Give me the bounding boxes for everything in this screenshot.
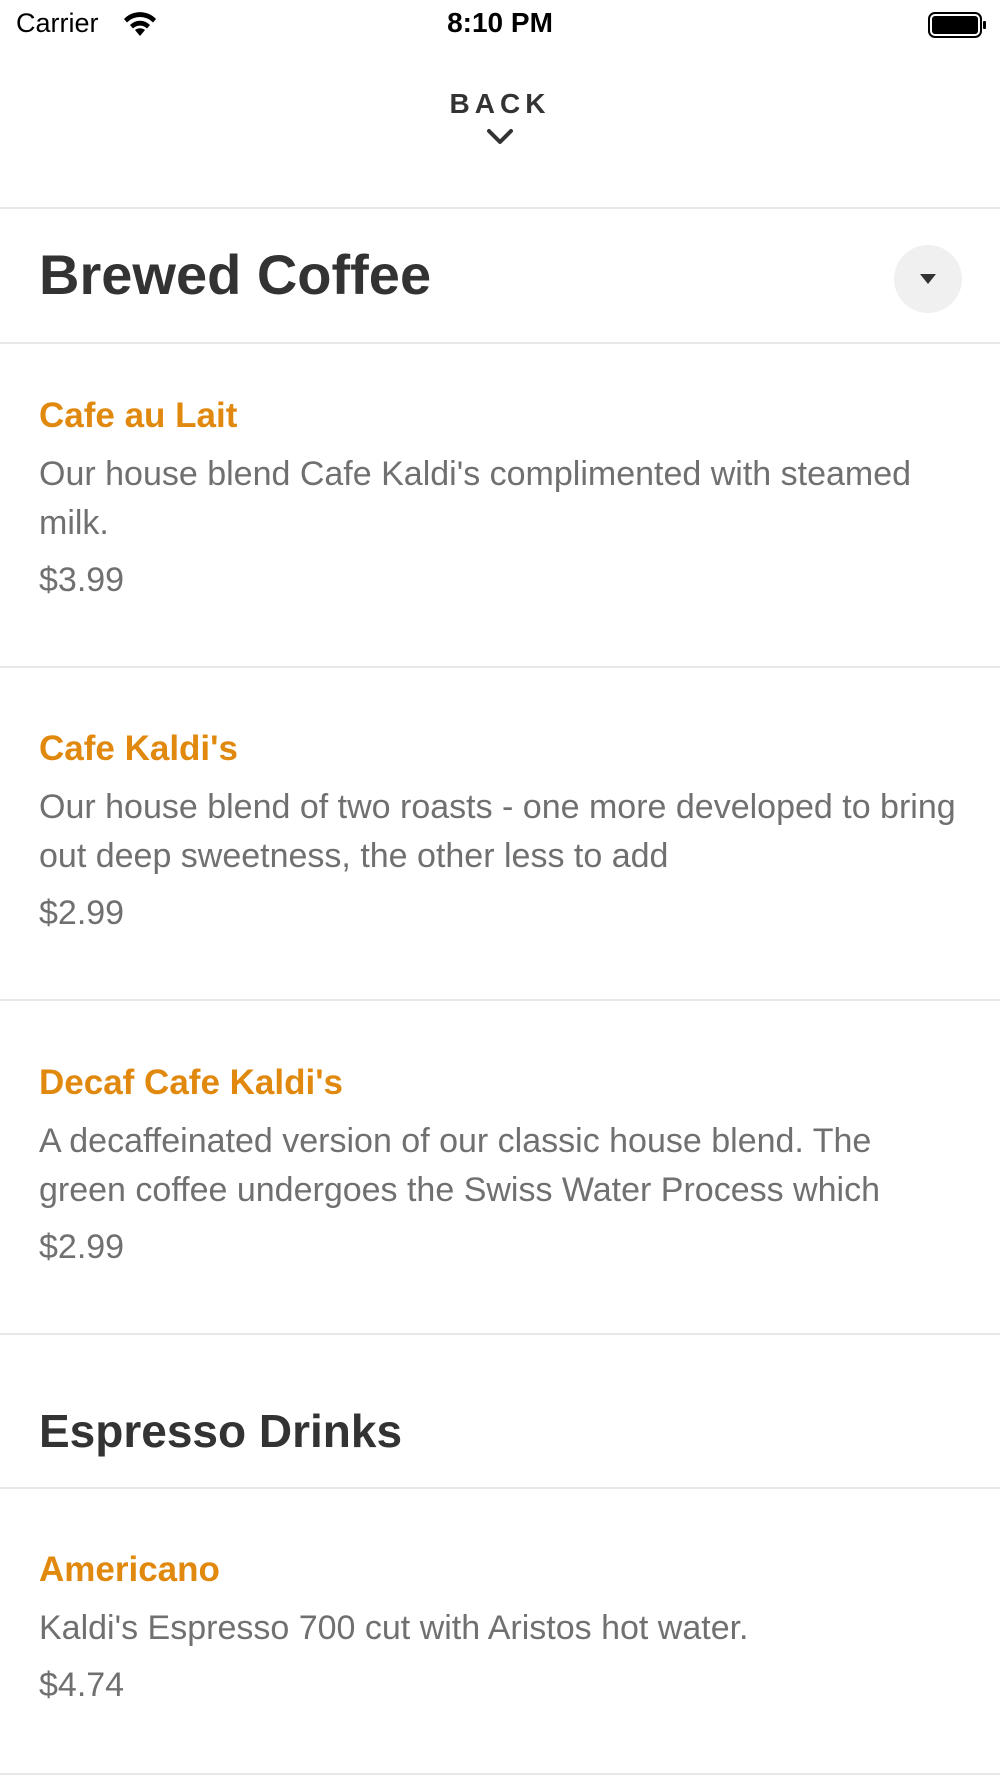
back-button[interactable]: BACK (0, 88, 1000, 148)
item-name: Americano (39, 1550, 220, 1589)
item-description: Our house blend of two roasts - one more… (39, 788, 956, 875)
clock: 8:10 PM (447, 7, 553, 38)
item-price: $2.99 (39, 894, 125, 932)
collapse-section-button[interactable] (894, 245, 962, 313)
item-name: Cafe au Lait (39, 396, 238, 435)
back-label: BACK (449, 88, 551, 119)
battery-icon (928, 12, 986, 38)
item-price: $4.74 (39, 1666, 125, 1704)
divider (0, 1333, 1000, 1335)
item-price: $2.99 (39, 1228, 125, 1266)
divider (0, 1773, 1000, 1775)
section-title-brewed-coffee: Brewed Coffee (39, 243, 432, 306)
menu-item[interactable]: Cafe au Lait Our house blend Cafe Kaldi'… (39, 394, 959, 602)
divider (0, 342, 1000, 344)
item-name: Cafe Kaldi's (39, 729, 238, 768)
item-description: A decaffeinated version of our classic h… (39, 1122, 880, 1209)
status-bar: Carrier 8:10 PM (0, 0, 1000, 50)
item-price: $3.99 (39, 561, 125, 599)
menu-item[interactable]: Decaf Cafe Kaldi's A decaffeinated versi… (39, 1061, 959, 1269)
item-description: Our house blend Cafe Kaldi's complimente… (39, 455, 912, 542)
chevron-down-icon (487, 129, 513, 144)
divider (0, 999, 1000, 1001)
divider (0, 666, 1000, 668)
divider (0, 1487, 1000, 1489)
menu-item[interactable]: Americano Kaldi's Espresso 700 cut with … (39, 1548, 959, 1707)
divider (0, 207, 1000, 209)
caret-down-icon (920, 274, 936, 284)
item-description: Kaldi's Espresso 700 cut with Aristos ho… (39, 1609, 749, 1647)
item-name: Decaf Cafe Kaldi's (39, 1063, 343, 1102)
section-title-espresso-drinks[interactable]: Espresso Drinks (39, 1404, 402, 1458)
menu-item[interactable]: Cafe Kaldi's Our house blend of two roas… (39, 727, 959, 935)
